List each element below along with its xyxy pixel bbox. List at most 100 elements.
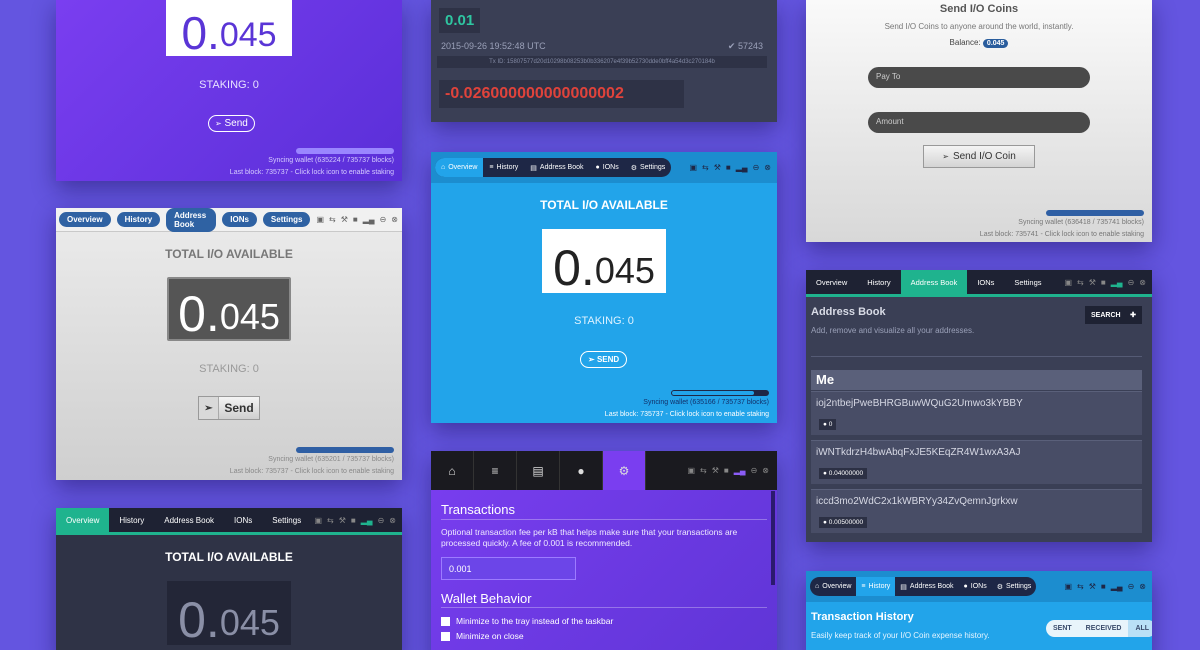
close-icon[interactable]: ⊗	[391, 215, 398, 224]
close-icon[interactable]: ⊗	[1139, 582, 1146, 591]
tab-settings[interactable]: Settings	[262, 508, 311, 532]
send-button[interactable]: ➢ SEND	[580, 351, 628, 368]
tab-label: Address Book	[539, 164, 584, 171]
confirmations: ✔ 57243	[728, 41, 763, 52]
tab-history[interactable]: ≡ History	[856, 577, 896, 596]
minimize-icon[interactable]: ⊖	[378, 516, 385, 525]
address-text[interactable]: ioj2ntbejPweBHRGBuwWQuG2Umwo3kYBBY	[816, 398, 1023, 409]
address-balance-value: 0.00500000	[828, 519, 864, 526]
tab-ions[interactable]: ● IONs	[590, 158, 625, 177]
scrollbar[interactable]	[771, 491, 775, 585]
list-item[interactable]: ioj2ntbejPweBHRGBuwWQuG2Umwo3kYBBY ● 0	[811, 391, 1142, 435]
tab-overview[interactable]: ⌂ Overview	[810, 577, 856, 596]
wallet-overview-dark: Overview History Address Book IONs Setti…	[56, 508, 402, 650]
tab-address-book[interactable]: Address Book	[166, 208, 217, 232]
tab-ions[interactable]: IONs	[224, 508, 262, 532]
coin-icon: ●	[823, 519, 827, 526]
lock-icon[interactable]: ■	[1101, 582, 1106, 591]
transaction-id[interactable]: Tx ID: 15807577d20d10298b08253b0b336207e…	[437, 56, 767, 68]
gift-icon[interactable]: ▣	[1064, 582, 1072, 591]
tab-address-book[interactable]: Address Book	[154, 508, 224, 532]
gift-icon[interactable]: ▣	[316, 215, 324, 224]
home-icon[interactable]: ⌂	[431, 451, 474, 490]
tab-history[interactable]: ≡ History	[483, 158, 524, 177]
tools-icon[interactable]: ⚒	[1089, 278, 1096, 287]
tools-icon[interactable]: ⚒	[712, 466, 719, 475]
last-block-text[interactable]: Last block: 735737 - Click lock icon to …	[605, 411, 769, 418]
tab-history[interactable]: History	[109, 508, 154, 532]
tab-address-book[interactable]: Address Book	[900, 270, 968, 294]
tab-ions[interactable]: IONs	[222, 212, 257, 227]
lock-icon[interactable]: ■	[353, 215, 358, 224]
tools-icon[interactable]: ⚒	[714, 163, 721, 172]
minimize-icon[interactable]: ⊖	[753, 163, 760, 172]
close-icon[interactable]: ⊗	[389, 516, 396, 525]
tab-settings[interactable]: Settings	[1004, 270, 1051, 294]
pay-to-input[interactable]: Pay To	[868, 67, 1090, 88]
tools-icon[interactable]: ⚒	[339, 516, 346, 525]
filter-sent[interactable]: SENT	[1046, 620, 1079, 637]
list-item[interactable]: iWNTkdrzH4bwAbqFxJE5KEqZR4W1wxA3AJ ● 0.0…	[811, 440, 1142, 484]
send-button[interactable]: ➢ Send	[198, 396, 260, 420]
gift-icon[interactable]: ▣	[1064, 278, 1072, 287]
tools-icon[interactable]: ⚒	[1089, 582, 1096, 591]
gear-icon[interactable]: ⚙	[603, 451, 646, 490]
close-icon[interactable]: ⊗	[764, 163, 771, 172]
lock-icon[interactable]: ■	[726, 163, 731, 172]
checkbox[interactable]	[441, 631, 450, 641]
coin-icon[interactable]: ●	[560, 451, 603, 490]
tab-address-book[interactable]: ▤ Address Book	[895, 577, 958, 596]
book-icon: ▤	[530, 164, 537, 172]
minimize-icon[interactable]: ⊖	[751, 466, 758, 475]
tab-address-book[interactable]: ▤ Address Book	[524, 158, 589, 177]
minimize-icon[interactable]: ⊖	[380, 215, 387, 224]
tab-settings[interactable]: ⚙ Settings	[992, 577, 1037, 596]
last-block-text[interactable]: Last block: 735741 - Click lock icon to …	[980, 231, 1144, 238]
filter-received[interactable]: RECEIVED	[1079, 620, 1129, 637]
minimize-icon[interactable]: ⊖	[1128, 582, 1135, 591]
lock-icon[interactable]: ■	[1101, 278, 1106, 287]
tab-history[interactable]: History	[857, 270, 900, 294]
send-coin-button[interactable]: ➢ Send I/O Coin	[923, 145, 1035, 168]
network-icon: ⇆	[329, 215, 336, 224]
filter-all[interactable]: ALL	[1128, 620, 1152, 637]
fee-input[interactable]: 0.001	[441, 557, 576, 580]
paper-plane-icon: ➢	[215, 119, 222, 128]
minimize-icon[interactable]: ⊖	[1128, 278, 1135, 287]
database-icon[interactable]: ≡	[474, 451, 517, 490]
close-icon[interactable]: ⊗	[1139, 278, 1146, 287]
send-button[interactable]: ➢ Send	[208, 115, 255, 132]
main-nav: ⌂ Overview ≡ History ▤ Address Book ● IONs ⚙…	[806, 571, 1152, 602]
last-block-text[interactable]: Last block: 735737 - Click lock icon to …	[230, 468, 394, 475]
last-block-text[interactable]: Last block: 735737 - Click lock icon to …	[230, 169, 394, 176]
address-text[interactable]: iWNTkdrzH4bwAbqFxJE5KEqZR4W1wxA3AJ	[816, 447, 1021, 458]
fee-description: Optional transaction fee per kB that hel…	[441, 527, 738, 549]
minimize-close-option[interactable]: Minimize on close	[441, 631, 524, 641]
book-icon[interactable]: ▤	[517, 451, 560, 490]
gift-icon[interactable]: ▣	[314, 516, 322, 525]
tab-ions[interactable]: ● IONs	[959, 577, 992, 596]
tab-overview[interactable]: Overview	[806, 270, 857, 294]
tools-icon[interactable]: ⚒	[341, 215, 348, 224]
tab-ions[interactable]: IONs	[967, 270, 1004, 294]
balance-display: 0. 045	[167, 581, 291, 645]
balance-decimal: 045	[594, 250, 655, 291]
amount-input[interactable]: Amount	[868, 112, 1090, 133]
tab-history[interactable]: History	[116, 212, 161, 227]
tab-settings[interactable]: Settings	[262, 212, 311, 227]
close-icon[interactable]: ⊗	[762, 466, 769, 475]
tab-overview[interactable]: Overview	[56, 508, 110, 532]
lock-icon[interactable]: ■	[351, 516, 356, 525]
lock-icon[interactable]: ■	[724, 466, 729, 475]
sync-progress-bar	[1046, 210, 1144, 216]
list-item[interactable]: iccd3mo2WdC2x1kWBRYy34ZvQemnJgrkxw ● 0.0…	[811, 489, 1142, 533]
gift-icon[interactable]: ▣	[687, 466, 695, 475]
search-button[interactable]: SEARCH ✚	[1085, 306, 1142, 324]
address-text[interactable]: iccd3mo2WdC2x1kWBRYy34ZvQemnJgrkxw	[816, 496, 1018, 507]
tab-settings[interactable]: ⚙ Settings	[625, 158, 672, 177]
tab-overview[interactable]: Overview	[59, 212, 111, 227]
minimize-tray-option[interactable]: Minimize to the tray instead of the task…	[441, 616, 613, 626]
checkbox[interactable]	[441, 616, 450, 626]
gift-icon[interactable]: ▣	[689, 163, 697, 172]
tab-overview[interactable]: ⌂ Overview	[435, 158, 484, 177]
